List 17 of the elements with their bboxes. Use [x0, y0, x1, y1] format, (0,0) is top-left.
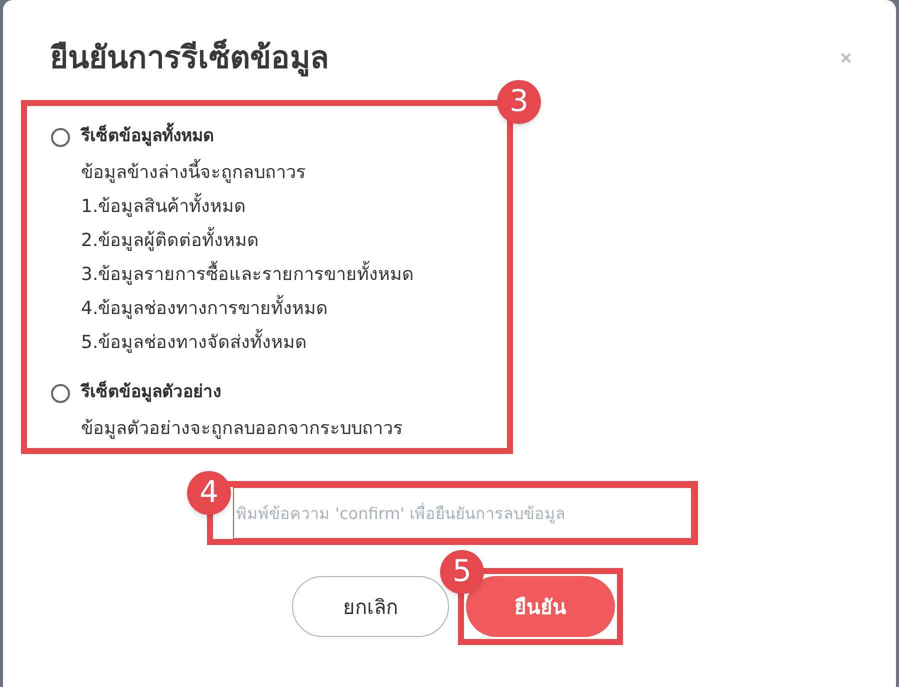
option-description-line: 5.ข้อมูลช่องทางจัดส่งทั้งหมด — [81, 326, 308, 360]
option-description-line: ข้อมูลข้างล่างนี้จะถูกลบถาวร — [81, 156, 306, 190]
option-description-line: ข้อมูลตัวอย่างจะถูกลบออกจากระบบถาวร — [81, 417, 403, 441]
option-description-line: 1.ข้อมูลสินค้าทั้งหมด — [81, 190, 246, 224]
dialog-title: ยืนยันการรีเซ็ตข้อมูล — [50, 38, 329, 78]
step-number-badge: 4 — [187, 471, 231, 515]
option-description-line: 2.ข้อมูลผู้ติดต่อทั้งหมด — [81, 224, 260, 258]
option-label: รีเซ็ตข้อมูลตัวอย่าง — [81, 380, 221, 404]
radio-button[interactable] — [51, 384, 70, 402]
confirm-input-field[interactable]: พิมพ์ข้อความ 'confirm' เพื่อยืนยันการลบข้อมูล — [233, 487, 692, 539]
cancel-button[interactable]: ยกเลิก — [292, 576, 449, 637]
option-label: รีเซ็ตข้อมูลทั้งหมด — [81, 124, 214, 150]
radio-button[interactable] — [51, 128, 70, 146]
option-description-line: 4.ข้อมูลช่องทางการขายทั้งหมด — [81, 292, 328, 326]
step-number-badge: 3 — [497, 80, 541, 124]
step-number-badge: 5 — [440, 550, 484, 594]
option-description-line: 3.ข้อมูลรายการซื้อและรายการขายทั้งหมด — [81, 258, 414, 292]
